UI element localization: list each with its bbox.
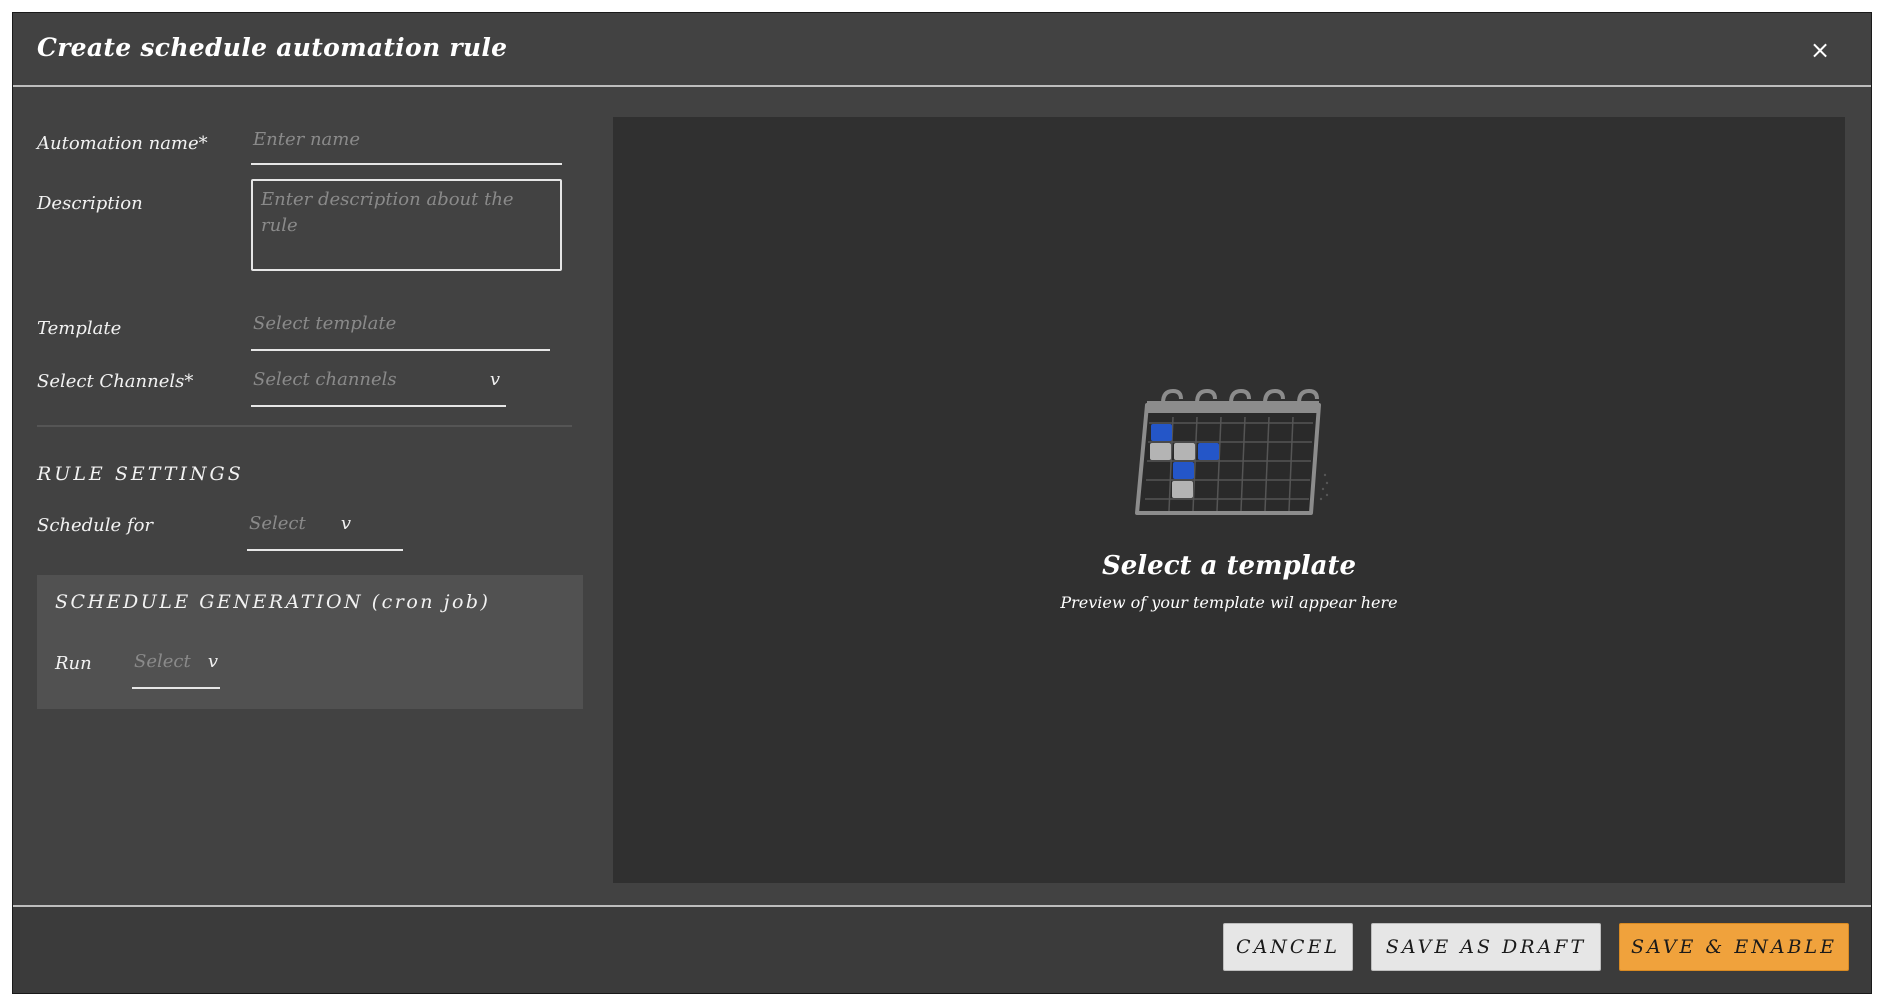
- run-label: Run: [55, 653, 92, 674]
- cancel-button[interactable]: CANCEL: [1223, 923, 1353, 971]
- dialog-title: Create schedule automation rule: [37, 33, 508, 62]
- chevron-down-icon: v: [340, 513, 351, 534]
- description-textarea[interactable]: Enter description about the rule: [251, 179, 562, 271]
- template-placeholder: Select template: [253, 313, 397, 334]
- chevron-down-icon: v: [207, 651, 218, 672]
- channels-select[interactable]: Select channels v: [251, 367, 506, 407]
- save-and-enable-button[interactable]: SAVE & ENABLE: [1619, 923, 1849, 971]
- create-rule-dialog: Create schedule automation rule × Automa…: [12, 12, 1872, 994]
- template-preview-panel: Select a template Preview of your templa…: [613, 117, 1845, 883]
- channels-placeholder: Select channels: [253, 369, 397, 390]
- description-label: Description: [37, 193, 143, 214]
- close-icon[interactable]: ×: [1805, 35, 1835, 65]
- run-select[interactable]: Select v: [132, 649, 220, 689]
- schedule-for-select[interactable]: Select v: [247, 511, 403, 551]
- schedule-generation-panel: SCHEDULE GENERATION (cron job) Run Selec…: [37, 575, 583, 709]
- dialog-footer: CANCEL SAVE AS DRAFT SAVE & ENABLE: [13, 905, 1871, 993]
- description-placeholder: Enter description about the rule: [261, 189, 514, 236]
- calendar-icon: [1135, 388, 1329, 515]
- rule-settings-title: RULE SETTINGS: [37, 463, 244, 485]
- automation-name-placeholder: Enter name: [253, 129, 360, 150]
- section-divider: [37, 425, 572, 427]
- template-select[interactable]: Select template: [251, 311, 550, 351]
- template-label: Template: [37, 318, 122, 339]
- chevron-down-icon: v: [489, 369, 500, 390]
- save-as-draft-button[interactable]: SAVE AS DRAFT: [1371, 923, 1601, 971]
- automation-name-input[interactable]: Enter name: [251, 127, 562, 165]
- schedule-generation-title: SCHEDULE GENERATION (cron job): [55, 591, 491, 613]
- run-placeholder: Select: [134, 651, 191, 672]
- schedule-for-label: Schedule for: [37, 515, 154, 536]
- automation-name-label: Automation name*: [37, 133, 208, 154]
- schedule-for-placeholder: Select: [249, 513, 306, 534]
- preview-title: Select a template: [1101, 551, 1357, 581]
- channels-label: Select Channels*: [37, 371, 194, 392]
- dialog-header: Create schedule automation rule ×: [13, 13, 1871, 87]
- preview-subtitle: Preview of your template wil appear here: [1060, 593, 1398, 612]
